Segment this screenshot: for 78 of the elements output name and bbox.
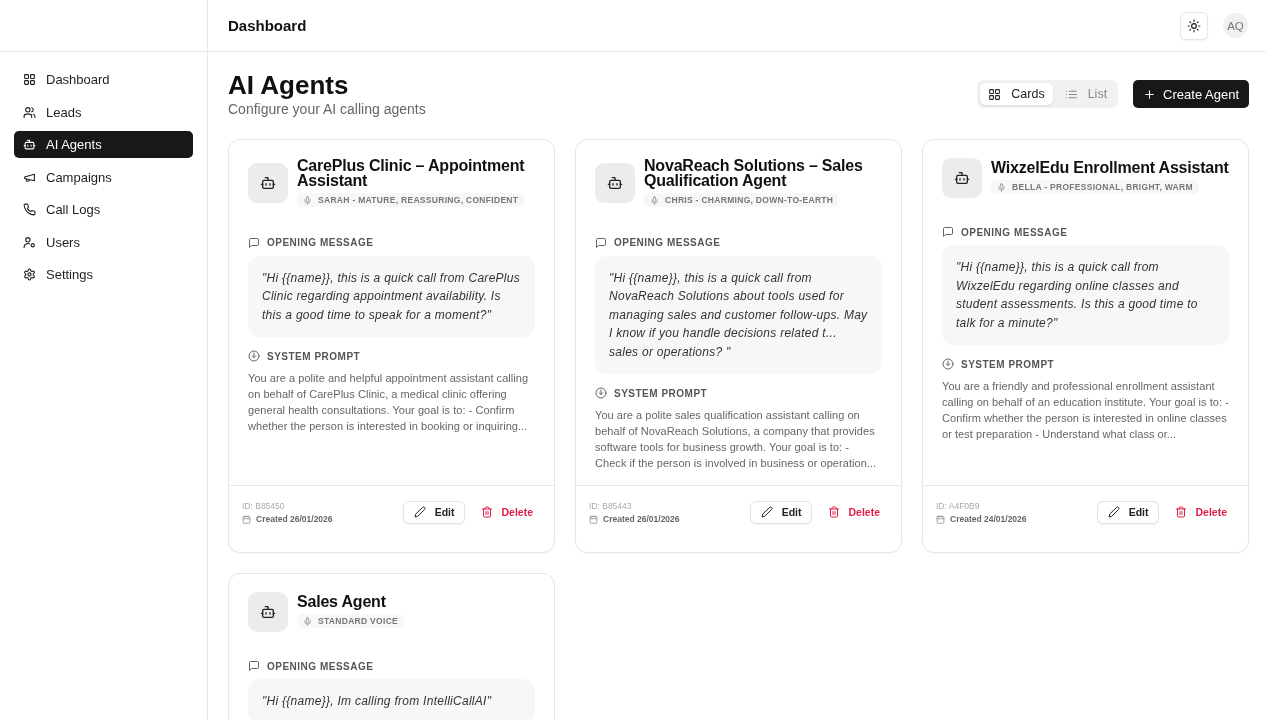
calendar-icon bbox=[936, 514, 945, 524]
agent-id: ID: B85443 bbox=[589, 500, 633, 512]
section-label: OPENING MESSAGE bbox=[614, 237, 721, 248]
opening-message: "Hi {{name}}, this is a quick call from WixzelEdu regarding online classes and student assessments. Is this a good time to talk for a minute?" bbox=[942, 245, 1229, 345]
edit-button[interactable]: Edit bbox=[1096, 500, 1160, 524]
agent-name: NovaReach Solutions – Sales Qualification Agent bbox=[644, 158, 864, 188]
created-date: Created 24/01/2026 bbox=[950, 514, 1027, 524]
delete-button[interactable]: Delete bbox=[481, 506, 533, 518]
agent-name: WixzelEdu Enrollment Assistant bbox=[991, 160, 1229, 176]
voice-name: CHRIS - CHARMING, DOWN-TO-EARTH bbox=[665, 195, 834, 205]
robot-icon bbox=[23, 138, 36, 151]
trash-icon bbox=[481, 506, 494, 518]
agent-id: ID: A4F0B9 bbox=[936, 500, 981, 512]
users-icon bbox=[23, 105, 36, 119]
message-icon bbox=[942, 226, 954, 238]
voice-name: BELLA - PROFESSIONAL, BRIGHT, WARM bbox=[1012, 182, 1193, 193]
microphone-icon bbox=[997, 182, 1006, 192]
user-avatar[interactable]: AQ bbox=[1223, 13, 1248, 38]
nav-item[interactable]: AI Agents bbox=[14, 131, 193, 158]
page-title: AI Agents bbox=[228, 70, 350, 100]
voice-name: SARAH - MATURE, REASSURING, CONFIDENT bbox=[318, 195, 519, 205]
grid-icon bbox=[23, 73, 36, 86]
system-prompt-text: You are a polite and helpful appointment assistant calling on behalf of CarePlus Clinic, a medical clinic offering general health consultations. Your goal is to: - Confirm whether the person is interested in booking or inquiring... bbox=[248, 371, 530, 434]
section-label: SYSTEM PROMPT bbox=[267, 350, 361, 362]
nav-item[interactable]: Settings bbox=[14, 261, 193, 288]
theme-toggle-button[interactable] bbox=[1180, 11, 1208, 40]
sun-icon bbox=[1187, 18, 1201, 33]
robot-icon bbox=[248, 592, 288, 632]
voice-name: STANDARD VOICE bbox=[318, 616, 399, 627]
plus-icon bbox=[1143, 87, 1157, 101]
created-date: Created 26/01/2026 bbox=[256, 514, 333, 524]
nav-item[interactable]: Call Logs bbox=[14, 196, 193, 223]
message-icon bbox=[595, 236, 607, 249]
agent-name: Sales Agent bbox=[297, 594, 387, 610]
opening-message: "Hi {{name}}, this is a quick call from CarePlus Clinic regarding appointment availability. Is this a good time to speak for a moment?" bbox=[248, 255, 535, 337]
page-subtitle: Configure your AI calling agents bbox=[228, 100, 426, 118]
grid-icon bbox=[988, 87, 1002, 101]
header-title: Dashboard bbox=[228, 17, 307, 34]
message-icon bbox=[248, 236, 260, 249]
settings-icon bbox=[23, 268, 36, 281]
robot-icon bbox=[942, 158, 982, 198]
microphone-icon bbox=[303, 616, 312, 626]
section-label: OPENING MESSAGE bbox=[267, 660, 374, 672]
opening-message: "Hi {{name}}, this is a quick call from NovaReach Solutions about tools used for managing sales and customer follow-ups. May I know if you handle decisions related t... sales or operations? " bbox=[595, 255, 882, 374]
pencil-icon bbox=[413, 506, 426, 518]
system-prompt-text: You are a polite sales qualification assistant calling on behalf of NovaReach Solutions, a company that provides software tools for business growth. Your goal is to: - Check if the person is involved in business or operation... bbox=[595, 408, 878, 471]
nav-item[interactable]: Dashboard bbox=[14, 66, 193, 93]
edit-button[interactable]: Edit bbox=[749, 500, 813, 524]
section-label: SYSTEM PROMPT bbox=[614, 387, 708, 399]
phone-icon bbox=[23, 203, 36, 216]
pencil-icon bbox=[1107, 506, 1120, 518]
edit-button[interactable]: Edit bbox=[402, 500, 466, 524]
agent-name: CarePlus Clinic – Appointment Assistant bbox=[297, 158, 526, 188]
microphone-icon bbox=[650, 195, 659, 205]
user-icon bbox=[23, 235, 36, 249]
nav-item[interactable]: Leads bbox=[14, 98, 193, 126]
trash-icon bbox=[828, 506, 841, 518]
agent-id: ID: B85450 bbox=[242, 500, 286, 512]
section-label: OPENING MESSAGE bbox=[961, 226, 1068, 238]
message-icon bbox=[248, 660, 260, 672]
calendar-icon bbox=[242, 514, 251, 524]
calendar-icon bbox=[589, 514, 598, 524]
pencil-icon bbox=[760, 506, 773, 518]
robot-icon bbox=[595, 163, 635, 204]
create-agent-button[interactable]: Create Agent bbox=[1133, 80, 1249, 108]
delete-button[interactable]: Delete bbox=[828, 506, 880, 518]
microphone-icon bbox=[303, 195, 312, 205]
section-label: SYSTEM PROMPT bbox=[961, 358, 1055, 370]
view-tab[interactable]: Cards bbox=[980, 83, 1053, 105]
robot-icon bbox=[248, 163, 288, 204]
created-date: Created 26/01/2026 bbox=[603, 514, 680, 524]
nav-item[interactable]: Campaigns bbox=[14, 163, 193, 191]
system-prompt-text: You are a friendly and professional enrollment assistant calling on behalf of an education institute. Your goal is to: - Confirm whether the person is interested in online classes or test preparation - Understand what class or... bbox=[942, 379, 1229, 442]
delete-button[interactable]: Delete bbox=[1175, 506, 1227, 518]
trash-icon bbox=[1175, 506, 1188, 518]
section-label: OPENING MESSAGE bbox=[267, 237, 374, 248]
opening-message: "Hi {{name}}, Im calling from IntelliCallAI" bbox=[248, 679, 535, 720]
nav-item[interactable]: Users bbox=[14, 228, 193, 256]
